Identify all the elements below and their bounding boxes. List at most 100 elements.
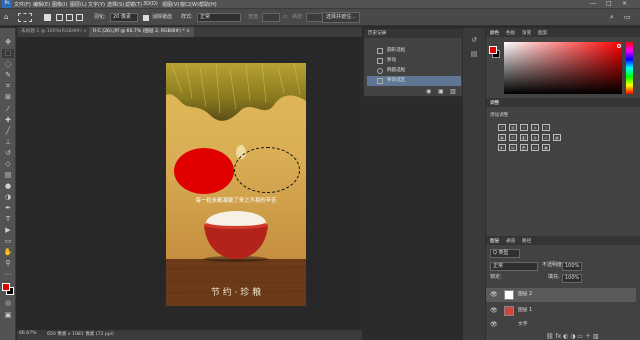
zoom-level[interactable]: 66.67% xyxy=(19,331,37,336)
photo-filter-icon[interactable]: ◍ xyxy=(531,134,539,141)
feather-input[interactable]: 20 像素 xyxy=(110,13,138,22)
hand-icon[interactable]: ✋ xyxy=(2,248,14,257)
snapshot-icon[interactable]: ◉ xyxy=(426,88,431,95)
ellipse-selection[interactable] xyxy=(234,147,300,193)
opacity-input[interactable]: 100% xyxy=(562,262,582,271)
menu-view[interactable]: 视图(V) xyxy=(162,1,179,8)
gradient-icon[interactable]: ▤ xyxy=(2,171,14,180)
width-input[interactable] xyxy=(262,13,280,22)
trash-icon[interactable]: ▥ xyxy=(450,88,456,95)
layer-row[interactable]: 👁 图层 2 xyxy=(486,288,636,302)
menu-help[interactable]: 帮助(H) xyxy=(199,1,217,8)
quick-select-icon[interactable]: ✎ xyxy=(2,71,14,80)
black-white-icon[interactable]: ◧ xyxy=(520,134,528,141)
tab-paths[interactable]: 路径 xyxy=(522,238,531,244)
shape-icon[interactable]: ▭ xyxy=(2,237,14,246)
history-panel-icon[interactable]: ↺ xyxy=(469,36,479,45)
menu-select[interactable]: 选择(S) xyxy=(107,1,124,8)
pen-icon[interactable]: ✒ xyxy=(2,204,14,213)
invert-icon[interactable]: ◐ xyxy=(498,144,506,151)
type-icon[interactable]: T xyxy=(2,215,14,224)
eye-icon[interactable]: 👁 xyxy=(490,288,498,302)
menu-file[interactable]: 文件(F) xyxy=(14,1,31,8)
menu-image[interactable]: 图像(I) xyxy=(52,1,67,8)
new-selection-icon[interactable] xyxy=(44,14,51,21)
brightness-icon[interactable]: ☼ xyxy=(498,124,506,131)
eraser-icon[interactable]: ◇ xyxy=(2,160,14,169)
add-selection-icon[interactable] xyxy=(56,14,63,21)
blend-mode-select[interactable]: 正常 xyxy=(490,262,538,271)
history-brush-icon[interactable]: ↺ xyxy=(2,149,14,158)
search-icon[interactable]: ⌕ xyxy=(610,12,614,22)
tab-color[interactable]: 颜色 xyxy=(490,30,499,36)
brush-icon[interactable]: ╱ xyxy=(2,127,14,136)
vibrance-icon[interactable]: ▽ xyxy=(542,124,550,131)
layer-row[interactable]: 👁 文字 xyxy=(486,320,636,330)
antialias-checkbox[interactable] xyxy=(143,15,149,21)
history-item[interactable]: 圆形选框 xyxy=(367,46,461,56)
tab-untitled[interactable]: 未标题-1 @ 100%(RGB/8#) × xyxy=(17,27,91,37)
color-picker-marker[interactable] xyxy=(617,44,621,48)
tab-adjustments[interactable]: 调整 xyxy=(490,100,499,106)
intersect-selection-icon[interactable] xyxy=(76,14,83,21)
color-lookup-icon[interactable]: ▦ xyxy=(553,134,561,141)
subtract-selection-icon[interactable] xyxy=(66,14,73,21)
lasso-icon[interactable]: ◌ xyxy=(2,60,14,69)
exposure-icon[interactable]: ± xyxy=(531,124,539,131)
threshold-icon[interactable]: ◩ xyxy=(520,144,528,151)
red-circle-shape[interactable] xyxy=(174,148,234,194)
marquee-tool-preset-icon[interactable] xyxy=(18,13,32,22)
layer-row[interactable]: 👁 图层 1 xyxy=(486,304,636,318)
history-item[interactable]: 移动 xyxy=(367,56,461,66)
hue-sat-icon[interactable]: ▦ xyxy=(498,134,506,141)
maximize-button[interactable]: □ xyxy=(606,0,612,7)
tab-patterns[interactable]: 图案 xyxy=(538,30,547,36)
blur-icon[interactable]: ● xyxy=(2,182,14,191)
tab-rc26[interactable]: R-C (26).jfif @ 66.7% (图层 2, RGB/8#) * × xyxy=(89,27,194,37)
workspace-icon[interactable]: ▭ xyxy=(624,12,631,22)
dodge-icon[interactable]: ◑ xyxy=(2,193,14,202)
channel-mixer-icon[interactable]: ◎ xyxy=(542,134,550,141)
more-icon[interactable]: ⋯ xyxy=(2,270,14,279)
camera-icon[interactable]: ▣ xyxy=(438,88,444,95)
document-canvas[interactable]: 每一粒米都凝聚了来之不易的辛苦 节 约 · 珍 粮 xyxy=(166,63,306,306)
menu-filter[interactable]: 滤镜(T) xyxy=(125,1,142,8)
crop-icon[interactable]: ⌗ xyxy=(2,82,14,91)
stamp-icon[interactable]: ⊥ xyxy=(2,138,14,147)
gradient-map-icon[interactable]: ▭ xyxy=(531,144,539,151)
hue-slider[interactable] xyxy=(626,42,633,94)
healing-icon[interactable]: ✚ xyxy=(2,116,14,125)
color-balance-icon[interactable]: ⚖ xyxy=(509,134,517,141)
properties-panel-icon[interactable]: ▤ xyxy=(469,50,479,59)
frame-icon[interactable]: ⊠ xyxy=(2,93,14,102)
swap-icon[interactable]: ⇄ xyxy=(283,12,287,22)
tab-swatches[interactable]: 色板 xyxy=(506,30,515,36)
levels-icon[interactable]: ▥ xyxy=(509,124,517,131)
color-field[interactable] xyxy=(504,42,622,94)
curves-icon[interactable]: ∿ xyxy=(520,124,528,131)
tab-channels[interactable]: 通道 xyxy=(506,238,515,244)
history-item[interactable]: 移动选区 xyxy=(367,76,461,86)
eye-icon[interactable]: 👁 xyxy=(490,320,498,330)
menu-3d[interactable]: 3D(D) xyxy=(143,1,158,7)
menu-layer[interactable]: 图层(L) xyxy=(70,1,87,8)
tab-layers[interactable]: 图层 xyxy=(490,238,499,244)
quick-mask-icon[interactable]: ◎ xyxy=(2,299,14,308)
menu-window[interactable]: 窗口(W) xyxy=(180,1,199,8)
marquee-icon[interactable]: ⬚ xyxy=(2,49,14,58)
zoom-icon[interactable]: ⚲ xyxy=(2,259,14,268)
foreground-color-swatch[interactable] xyxy=(2,283,10,291)
menu-edit[interactable]: 编辑(E) xyxy=(33,1,50,8)
eyedropper-icon[interactable]: ⁄ xyxy=(2,105,14,114)
path-select-icon[interactable]: ▶ xyxy=(2,226,14,235)
layer-filter-select[interactable]: Q 类型 xyxy=(490,249,520,258)
posterize-icon[interactable]: ▤ xyxy=(509,144,517,151)
fg-color-chip[interactable] xyxy=(489,46,497,54)
minimize-button[interactable]: — xyxy=(590,0,596,7)
screen-mode-icon[interactable]: ▣ xyxy=(2,311,14,320)
tab-gradients[interactable]: 渐变 xyxy=(522,30,531,36)
history-item[interactable]: 椭圆选框 xyxy=(367,66,461,76)
eye-icon[interactable]: 👁 xyxy=(490,304,498,318)
fill-input[interactable]: 100% xyxy=(562,274,582,283)
close-button[interactable]: × xyxy=(622,0,627,7)
